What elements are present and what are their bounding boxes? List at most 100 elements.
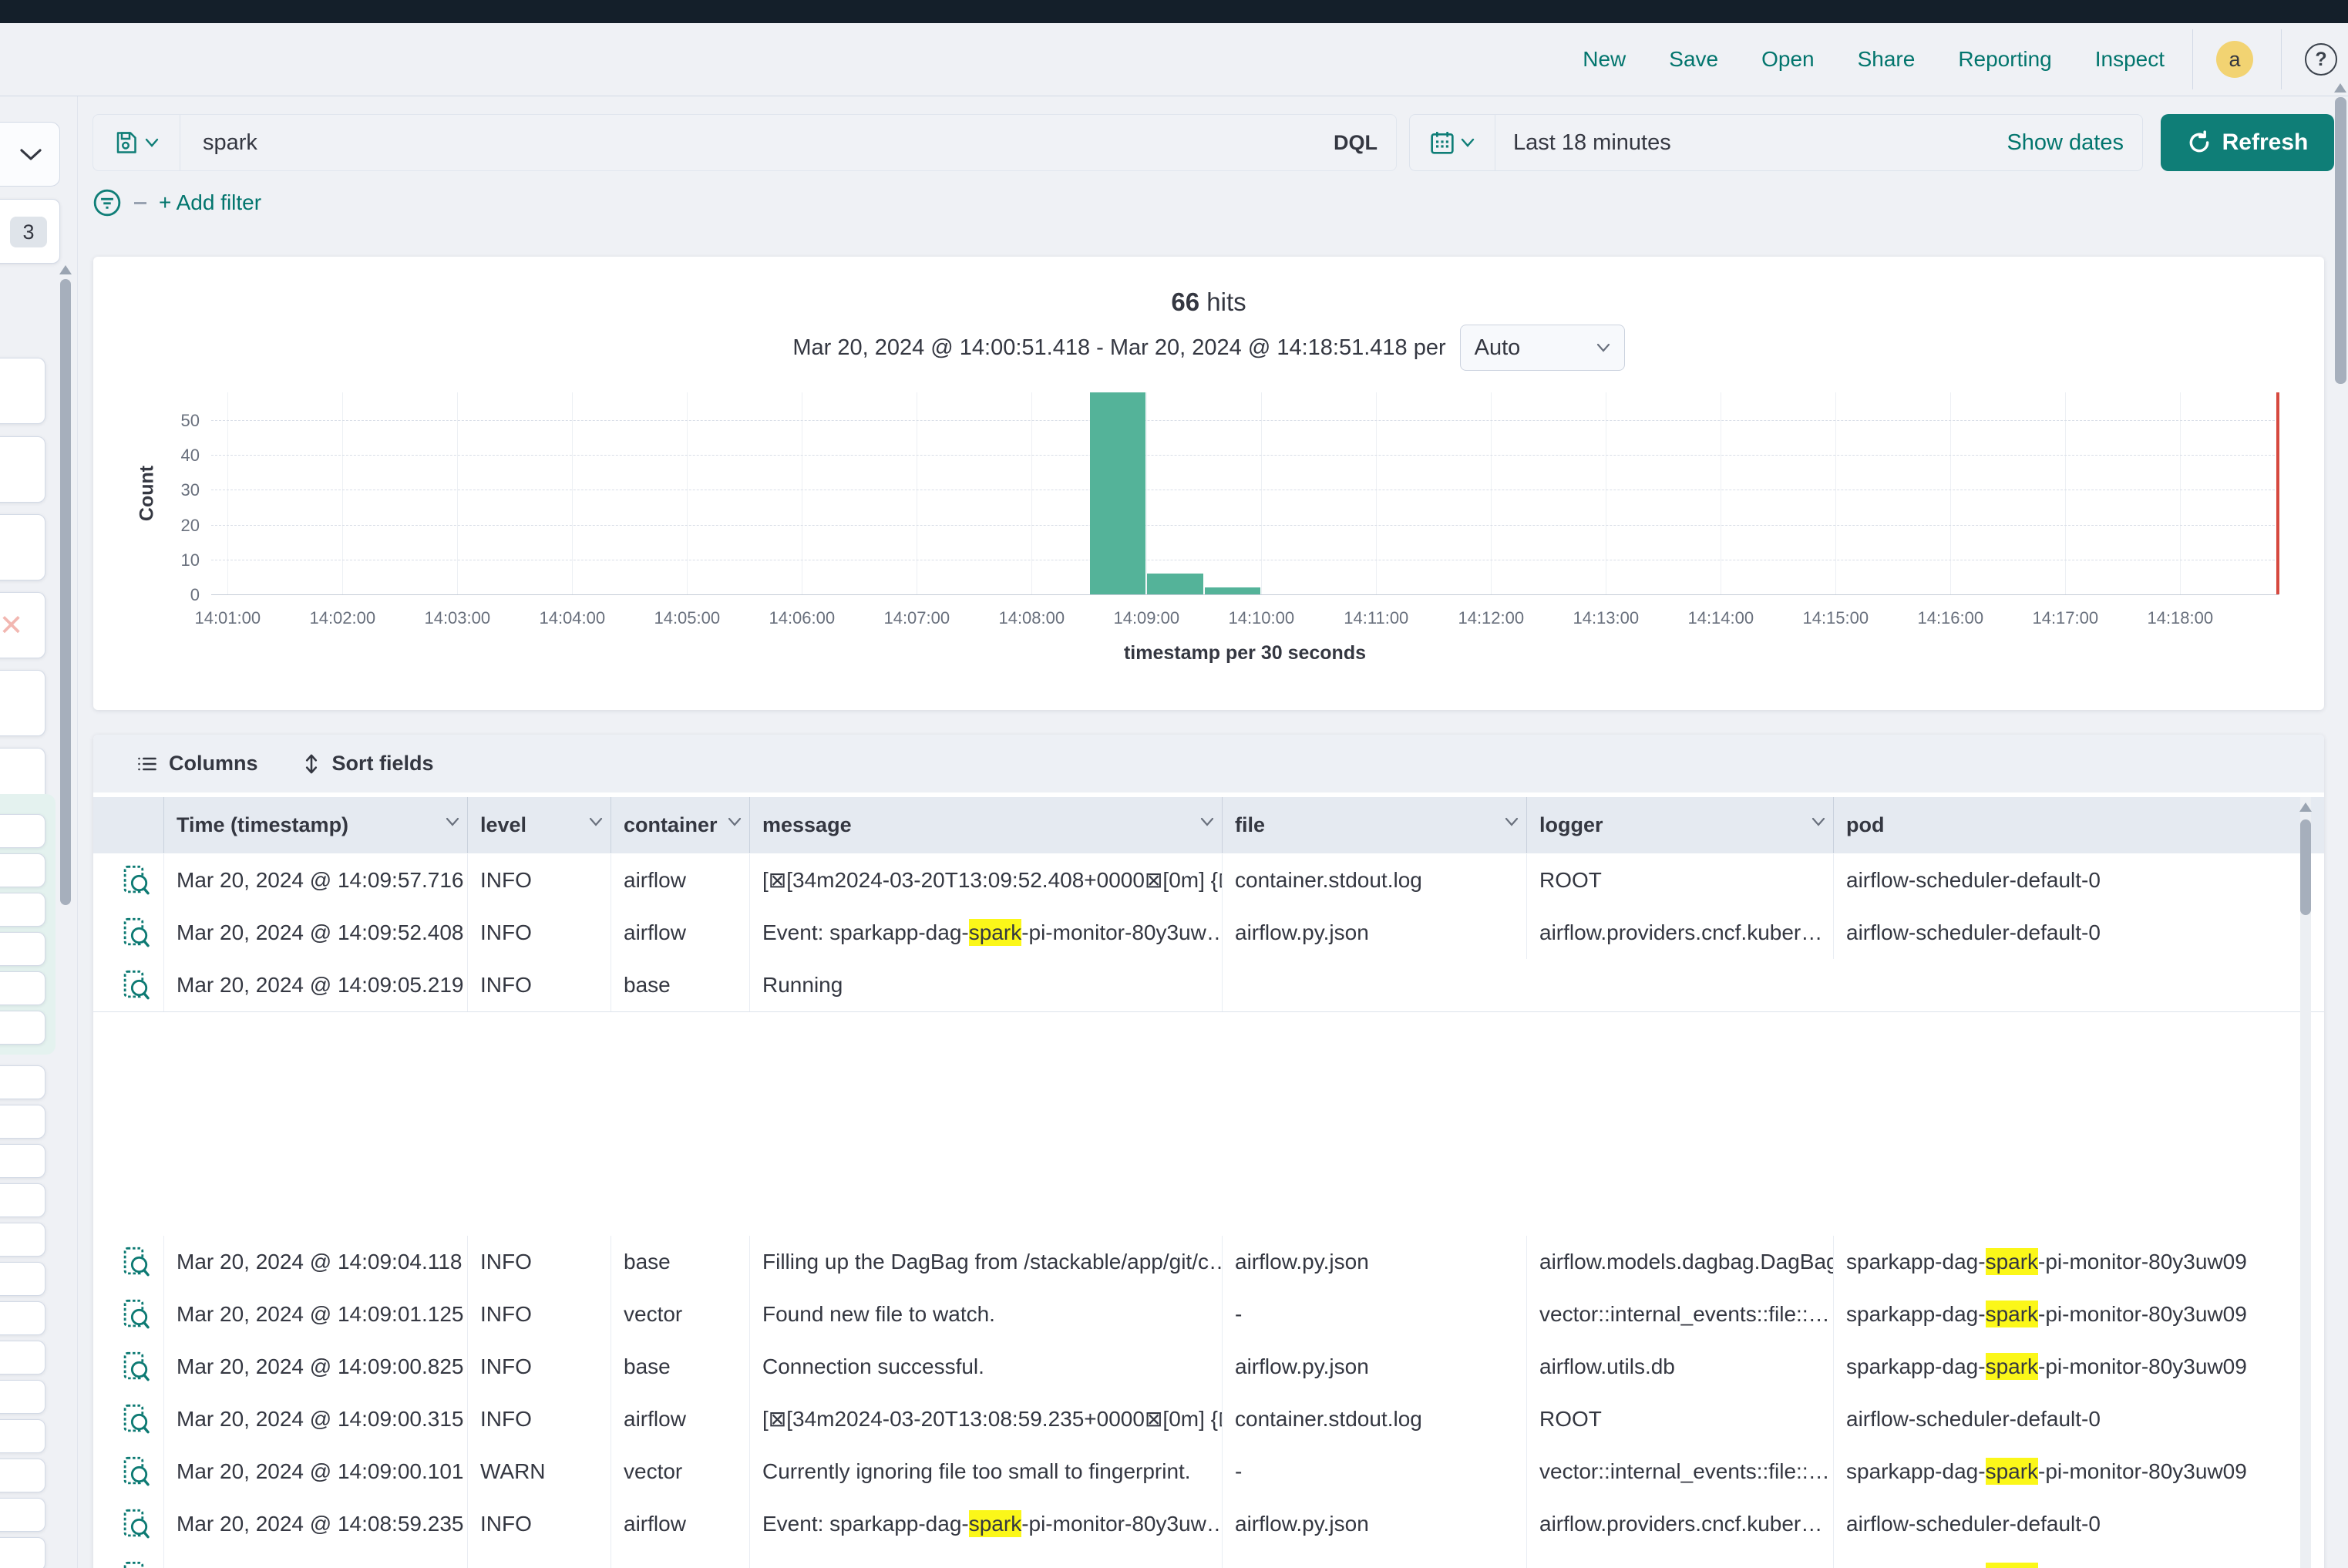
table-scrollbar-up-arrow[interactable]: [2299, 803, 2312, 812]
expand-document-button[interactable]: [121, 854, 151, 907]
calendar-icon: [1430, 130, 1455, 155]
filter-icon[interactable]: [93, 188, 122, 217]
x-axis-tick: 14:13:00: [1552, 608, 1660, 628]
search-query-input[interactable]: spark: [189, 115, 257, 170]
table-scrollbar[interactable]: [2300, 819, 2311, 915]
cell-expand: [109, 907, 164, 959]
time-range-value[interactable]: Last 18 minutes: [1513, 115, 1671, 170]
expand-document-button[interactable]: [121, 1288, 151, 1341]
table-row: Mar 20, 2024 @ 14:09:00.101WARNvectorCur…: [93, 1445, 2324, 1499]
sidebar-scrollbar-up-arrow[interactable]: [59, 265, 72, 274]
user-avatar[interactable]: a: [2216, 41, 2253, 78]
expand-document-button[interactable]: [121, 959, 151, 1011]
x-axis-tick: 14:18:00: [2126, 608, 2234, 628]
current-time-marker: [2276, 392, 2279, 594]
inspect-document-icon: [123, 970, 150, 1001]
field-item-stub[interactable]: [0, 893, 45, 927]
table-row: Mar 20, 2024 @ 14:09:04.118INFObaseFilli…: [93, 1236, 2324, 1289]
sidebar-scrollbar[interactable]: [60, 279, 71, 905]
query-bar: spark DQL: [93, 114, 1397, 171]
expand-document-button[interactable]: [121, 1445, 151, 1498]
field-item-stub[interactable]: [0, 358, 45, 424]
nav-link-share[interactable]: Share: [1858, 47, 1916, 72]
nav-link-save[interactable]: Save: [1669, 47, 1718, 72]
header-cell[interactable]: logger: [1527, 797, 1834, 853]
expand-document-button[interactable]: [121, 1341, 151, 1393]
expand-document-button[interactable]: [121, 1550, 151, 1568]
nav-link-inspect[interactable]: Inspect: [2095, 47, 2165, 72]
table-cell: Event: sparkapp-dag-spark-pi-monitor-80y…: [750, 1498, 1223, 1550]
nav-link-reporting[interactable]: Reporting: [1958, 47, 2051, 72]
field-item-stub[interactable]: [0, 1105, 45, 1139]
field-item-stub[interactable]: [0, 1223, 45, 1257]
field-item-stub[interactable]: [0, 514, 45, 580]
table-cell: airflow: [611, 1498, 750, 1550]
header-cell[interactable]: Time (timestamp): [164, 797, 468, 853]
y-axis-tick: 10: [138, 550, 200, 570]
table-cell: airflow.py.json: [1223, 1498, 1527, 1550]
interval-select[interactable]: Auto: [1460, 325, 1625, 371]
field-item-stub[interactable]: [0, 1459, 45, 1492]
index-pattern-collapse-button[interactable]: [0, 122, 60, 187]
columns-button[interactable]: Columns: [136, 752, 258, 776]
field-item-stub[interactable]: [0, 1301, 45, 1335]
table-cell: vector: [611, 1550, 750, 1568]
y-axis-tick: 0: [138, 585, 200, 605]
table-cell: airflow.py.json: [1223, 1236, 1527, 1288]
histogram-plot[interactable]: [211, 392, 2279, 595]
field-item-stub[interactable]: [0, 932, 45, 966]
sort-fields-button[interactable]: Sort fields: [301, 752, 434, 776]
field-item-stub[interactable]: [0, 971, 45, 1005]
table-cell: airflow-scheduler-default-0: [1834, 854, 2297, 907]
table-cell: vector::topology::builder: [1527, 1550, 1834, 1568]
search-highlight: spark: [1986, 1353, 2038, 1380]
field-item-stub[interactable]: [0, 1341, 45, 1375]
show-dates-button[interactable]: Show dates: [2007, 115, 2124, 170]
add-filter-button[interactable]: + Add filter: [159, 190, 261, 215]
field-item-stub[interactable]: [0, 1144, 45, 1178]
field-item-stub[interactable]: [0, 1262, 45, 1296]
saved-query-menu-button[interactable]: [93, 115, 180, 170]
header-cell[interactable]: file: [1223, 797, 1527, 853]
table-cell: INFO: [468, 1498, 611, 1550]
field-item-stub[interactable]: [0, 1498, 45, 1532]
expand-document-button[interactable]: [121, 1498, 151, 1550]
table-row: Mar 20, 2024 @ 14:09:01.125INFOvectorFou…: [93, 1288, 2324, 1341]
page-scrollbar-up-arrow[interactable]: [2334, 83, 2346, 93]
field-item-stub[interactable]: [0, 1183, 45, 1217]
field-item-stub[interactable]: [0, 1419, 45, 1453]
header-cell[interactable]: message: [750, 797, 1223, 853]
date-quick-select-button[interactable]: [1410, 115, 1495, 170]
nav-link-new[interactable]: New: [1583, 47, 1626, 72]
cell-expand: [109, 1393, 164, 1445]
field-item-stub[interactable]: [0, 1537, 45, 1568]
top-navigation: New Save Open Share Reporting Inspect a …: [0, 23, 2348, 96]
page-scrollbar[interactable]: [2335, 97, 2346, 384]
field-item-stub[interactable]: [0, 1380, 45, 1414]
histogram-bar[interactable]: [1205, 587, 1261, 594]
header-cell[interactable]: pod: [1834, 797, 2297, 853]
field-item-stub[interactable]: [0, 1011, 45, 1045]
header-cell[interactable]: level: [468, 797, 611, 853]
query-language-button[interactable]: DQL: [1334, 115, 1378, 170]
refresh-button[interactable]: Refresh: [2161, 114, 2334, 171]
header-cell[interactable]: container: [611, 797, 750, 853]
help-icon[interactable]: ?: [2305, 43, 2337, 76]
nav-link-open[interactable]: Open: [1761, 47, 1815, 72]
chevron-down-icon: [589, 817, 603, 826]
field-item-stub[interactable]: ✕: [0, 592, 45, 658]
expand-document-button[interactable]: [121, 1236, 151, 1288]
expand-document-button[interactable]: [121, 1393, 151, 1445]
gridline-vertical: [457, 392, 458, 594]
field-item-stub[interactable]: [0, 814, 45, 848]
field-item-stub[interactable]: [0, 853, 45, 887]
x-axis-tick: 14:03:00: [403, 608, 511, 628]
field-item-stub[interactable]: [0, 436, 45, 503]
field-item-stub[interactable]: [0, 670, 45, 736]
gridline-horizontal: [211, 525, 2279, 526]
table-cell: container.stdout.log: [1223, 1393, 1527, 1445]
field-item-stub[interactable]: [0, 1065, 45, 1099]
expand-document-button[interactable]: [121, 907, 151, 959]
histogram-bar[interactable]: [1147, 574, 1203, 594]
histogram-bar[interactable]: [1090, 392, 1146, 594]
